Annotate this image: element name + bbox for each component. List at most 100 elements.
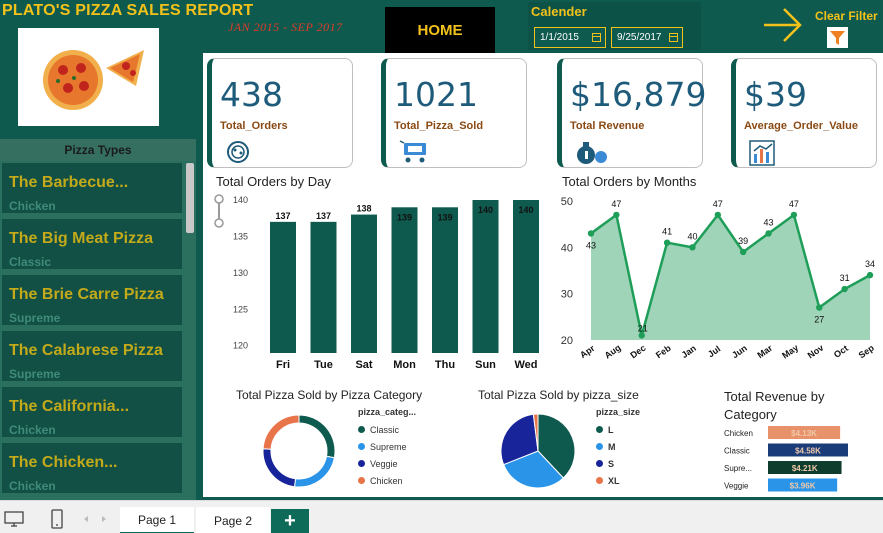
orders-by-months-title: Total Orders by Months <box>562 174 697 189</box>
legend-item[interactable]: S <box>596 455 666 472</box>
data-label: 43 <box>586 240 596 250</box>
kpi-card-total-pizza-sold: 1021 Total_Pizza_Sold <box>381 58 527 168</box>
slicer-scrollbar[interactable] <box>186 163 194 233</box>
pizza-category-donut <box>262 414 336 488</box>
y-tick-label: 140 <box>233 195 248 205</box>
slicer-item[interactable]: The Big Meat Pizza Classic <box>2 219 182 269</box>
kpi-card-average-order-value: $39 Average_Order_Value <box>731 58 877 168</box>
tab-page-1[interactable]: Page 1 <box>120 507 194 533</box>
slicer-item[interactable]: The Barbecue... Chicken <box>2 163 182 213</box>
data-point[interactable] <box>816 304 823 311</box>
y-range-slider[interactable] <box>214 194 224 228</box>
data-point[interactable] <box>739 248 747 256</box>
orders-by-day-title: Total Orders by Day <box>216 174 331 189</box>
sale-cart-icon <box>399 140 426 163</box>
data-point[interactable] <box>663 239 671 246</box>
page-navigator: Page 1 Page 2 + <box>0 500 883 533</box>
chevron-left-icon[interactable] <box>82 515 90 523</box>
add-page-button[interactable]: + <box>271 509 309 533</box>
kpi-value: 1021 <box>394 75 478 114</box>
chevron-right-icon[interactable] <box>100 515 108 523</box>
legend-item[interactable]: Veggie <box>358 455 438 472</box>
bar[interactable] <box>310 221 337 353</box>
data-point[interactable] <box>613 211 620 219</box>
bar[interactable] <box>351 214 377 353</box>
x-tick-label: Mar <box>755 343 774 361</box>
slicer-item[interactable]: The Chicken... Chicken <box>2 443 182 493</box>
pie-slice[interactable] <box>262 414 300 450</box>
calendar-icon[interactable] <box>669 33 678 42</box>
legend-item[interactable]: Chicken <box>358 472 438 489</box>
home-button[interactable]: HOME <box>385 7 495 53</box>
category-label: Chicken <box>724 429 753 438</box>
x-tick-label: Mon <box>393 359 416 371</box>
bar[interactable] <box>513 200 539 353</box>
start-date-input[interactable]: 1/1/2015 <box>534 27 606 48</box>
data-label: $3.96K <box>790 482 816 491</box>
tab-page-2[interactable]: Page 2 <box>196 507 270 533</box>
clear-filter-label[interactable]: Clear Filter <box>815 9 878 23</box>
y-tick-label: 20 <box>561 335 573 347</box>
bar[interactable] <box>270 221 296 353</box>
category-label: Supre... <box>724 464 752 473</box>
desktop-view-icon[interactable] <box>4 511 24 527</box>
data-label: 41 <box>662 227 672 237</box>
pie-slice[interactable] <box>262 448 297 488</box>
data-label: 137 <box>275 211 290 221</box>
legend-item[interactable]: Classic <box>358 421 438 438</box>
data-point[interactable] <box>790 211 798 219</box>
pie-slice[interactable] <box>298 414 336 459</box>
slicer-item[interactable]: The California... Chicken <box>2 387 182 437</box>
bar[interactable] <box>472 200 499 353</box>
start-date-value: 1/1/2015 <box>540 32 579 43</box>
pizza-icon <box>227 141 249 163</box>
slicer-item-category: Supreme <box>9 311 61 325</box>
slicer-item-category: Supreme <box>9 367 61 381</box>
kpi-card-total-orders: 438 Total_Orders <box>207 58 353 168</box>
x-tick-label: Nov <box>806 343 826 361</box>
x-tick-label: Sep <box>857 342 877 360</box>
legend-item[interactable]: XL <box>596 472 666 489</box>
revenue-by-category-chart: Chicken $4.13K Classic $4.58K Supre... $4.21K… <box>724 426 848 492</box>
end-date-input[interactable]: 9/25/2017 <box>611 27 683 48</box>
pizza-sold-by-size-title: Total Pizza Sold by pizza_size <box>478 388 639 402</box>
money-bag-icon <box>577 142 607 164</box>
data-label: 34 <box>865 259 875 269</box>
bar[interactable] <box>391 207 418 353</box>
bar-chart-icon <box>749 140 775 166</box>
calendar-icon[interactable] <box>592 33 601 42</box>
legend-label: Supreme <box>370 441 407 452</box>
data-point[interactable] <box>765 230 772 237</box>
y-tick-label: 50 <box>561 196 573 208</box>
kpi-label: Total Revenue <box>570 120 645 132</box>
pizza-logo <box>18 28 159 126</box>
pie-slice[interactable] <box>293 455 335 488</box>
kpi-label: Total_Orders <box>220 120 288 132</box>
data-point[interactable] <box>841 285 848 293</box>
data-point[interactable] <box>866 271 874 279</box>
bar[interactable] <box>432 207 458 353</box>
legend-item[interactable]: Supreme <box>358 438 438 455</box>
legend-swatch <box>358 477 365 484</box>
report-canvas: PLATO'S PIZZA SALES REPORT JAN 2015 - SE… <box>0 0 883 500</box>
data-point[interactable] <box>689 244 696 251</box>
slicer-item-name: The California... <box>9 398 130 415</box>
data-point[interactable] <box>587 230 595 237</box>
mobile-view-icon[interactable] <box>50 509 64 529</box>
y-tick-label: 30 <box>561 289 573 301</box>
arrow-right-icon[interactable] <box>762 6 804 44</box>
legend-item[interactable]: M <box>596 438 666 455</box>
legend-item[interactable]: L <box>596 421 666 438</box>
slicer-item[interactable]: The Calabrese Pizza Supreme <box>2 331 182 381</box>
slicer-item-name: The Barbecue... <box>9 174 129 191</box>
data-label: 27 <box>814 315 824 325</box>
x-tick-label: Wed <box>514 359 537 371</box>
data-point[interactable] <box>714 211 722 219</box>
end-date-value: 9/25/2017 <box>617 32 662 43</box>
x-tick-label: Tue <box>314 359 333 371</box>
funnel-icon <box>830 31 845 45</box>
clear-filter-button[interactable] <box>827 27 848 48</box>
slicer-item[interactable]: The Brie Carre Pizza Supreme <box>2 275 182 325</box>
legend-swatch <box>358 443 365 450</box>
x-tick-label: Jul <box>706 344 722 360</box>
